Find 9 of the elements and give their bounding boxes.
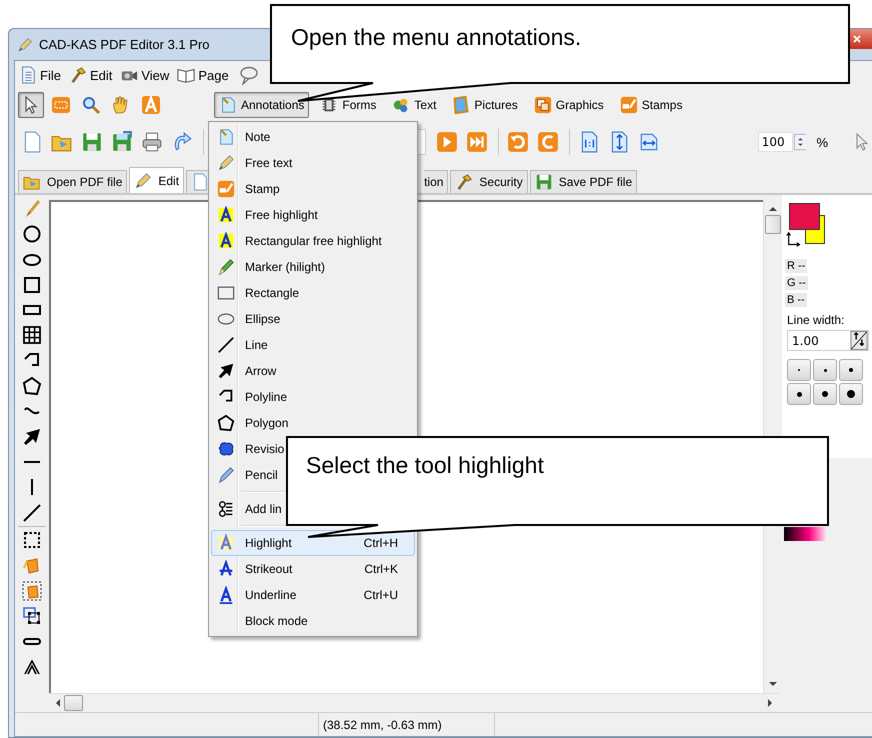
line-width-label: Line width: (787, 313, 844, 327)
tooltip-text: Select the tool highlight (306, 452, 544, 479)
color-value: G -- (785, 276, 808, 290)
status-position: (38.52 mm, -0.63 mm) (319, 713, 495, 736)
color-value: R -- (785, 259, 808, 273)
color-value: B -- (785, 293, 807, 307)
tooltip-text: Open the menu annotations. (291, 24, 582, 51)
zoom-unit: % (816, 134, 828, 150)
window-title: CAD-KAS PDF Editor 3.1 Pro (39, 37, 210, 52)
